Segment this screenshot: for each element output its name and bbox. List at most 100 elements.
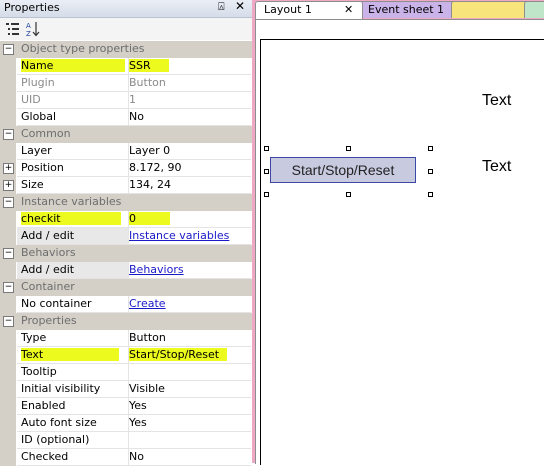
text-object-1[interactable]: Text: [482, 92, 511, 110]
property-value: 1: [126, 92, 251, 109]
property-name: checkit: [21, 212, 121, 225]
property-value[interactable]: Yes: [126, 415, 251, 432]
tab-other[interactable]: [451, 1, 531, 18]
layout-view[interactable]: Start/Stop/Reset Text Text: [255, 19, 544, 465]
property-row-tooltip[interactable]: Tooltip: [0, 364, 252, 381]
property-row-enabled[interactable]: Enabled Yes: [0, 398, 252, 415]
property-row-global[interactable]: Global No: [0, 109, 252, 126]
create-container-link[interactable]: Create: [129, 297, 166, 310]
property-row-text[interactable]: Text Start/Stop/Reset: [0, 347, 252, 364]
property-row-position[interactable]: + Position 8.172, 90: [0, 160, 252, 177]
property-name: Add / edit: [17, 228, 129, 245]
close-tab-icon[interactable]: ✕: [344, 2, 353, 18]
property-value: SSR: [129, 59, 169, 72]
expand-icon[interactable]: +: [3, 163, 14, 174]
property-value[interactable]: 8.172, 90: [126, 160, 251, 177]
property-value[interactable]: Button: [126, 330, 251, 347]
collapse-icon[interactable]: −: [3, 197, 14, 208]
category-label: Instance variables: [21, 195, 122, 208]
ssr-button-object[interactable]: Start/Stop/Reset: [270, 157, 416, 183]
property-name: Position: [17, 160, 129, 177]
collapse-icon[interactable]: −: [3, 44, 14, 55]
resize-handle[interactable]: [428, 192, 433, 197]
pin-icon[interactable]: ⍓: [218, 0, 225, 14]
property-row-uid[interactable]: UID 1: [0, 92, 252, 109]
text-object-2[interactable]: Text: [482, 158, 511, 176]
property-value[interactable]: Visible: [126, 381, 251, 398]
tab-other-2[interactable]: [524, 1, 544, 18]
behaviors-link[interactable]: Behaviors: [129, 263, 184, 276]
category-object-type[interactable]: − Object type properties: [0, 41, 252, 58]
expand-icon[interactable]: +: [3, 180, 14, 191]
tab-label: Event sheet 1: [368, 3, 445, 16]
property-value[interactable]: No: [126, 109, 251, 126]
property-name: Global: [17, 109, 129, 126]
property-row-checked[interactable]: Checked No: [0, 449, 252, 466]
property-row-container[interactable]: No container Create: [0, 296, 252, 313]
resize-handle[interactable]: [346, 192, 351, 197]
close-icon[interactable]: ✕: [235, 0, 245, 13]
property-name: Enabled: [17, 398, 129, 415]
property-value[interactable]: No: [126, 449, 251, 466]
category-label: Common: [21, 127, 71, 140]
tab-event-sheet-1[interactable]: Event sheet 1: [359, 1, 457, 18]
resize-handle[interactable]: [264, 146, 269, 151]
resize-handle[interactable]: [264, 192, 269, 197]
instance-variables-link[interactable]: Instance variables: [129, 229, 229, 242]
tab-layout-1[interactable]: Layout 1 ✕: [255, 1, 363, 19]
property-value: 0: [129, 212, 170, 225]
property-row-plugin[interactable]: Plugin Button: [0, 75, 252, 92]
property-name: Layer: [17, 143, 129, 160]
category-properties[interactable]: − Properties: [0, 313, 252, 330]
property-name: Checked: [17, 449, 129, 466]
category-behaviors[interactable]: − Behaviors: [0, 245, 252, 262]
resize-handle[interactable]: [264, 169, 269, 174]
property-row-autofont[interactable]: Auto font size Yes: [0, 415, 252, 432]
property-name: Add / edit: [17, 262, 129, 279]
property-name: Text: [21, 348, 120, 361]
property-row-name[interactable]: Name SSR: [0, 58, 252, 75]
category-label: Properties: [21, 314, 77, 327]
property-row-size[interactable]: + Size 134, 24: [0, 177, 252, 194]
property-value[interactable]: Yes: [126, 398, 251, 415]
property-value[interactable]: 134, 24: [126, 177, 251, 194]
svg-text:Z: Z: [26, 30, 31, 37]
category-label: Object type properties: [21, 42, 145, 55]
property-row-layer[interactable]: Layer Layer 0: [0, 143, 252, 160]
property-name: Plugin: [17, 75, 129, 92]
property-row-add-behaviors[interactable]: Add / edit Behaviors: [0, 262, 252, 279]
property-row-checkit[interactable]: checkit 0: [0, 211, 252, 228]
categorized-icon[interactable]: [5, 21, 21, 37]
property-name: Tooltip: [17, 364, 129, 381]
property-name: Size: [17, 177, 129, 194]
property-name: Type: [17, 330, 129, 347]
sort-az-icon[interactable]: A Z: [25, 21, 41, 37]
collapse-icon[interactable]: −: [3, 129, 14, 140]
svg-text:A: A: [26, 22, 31, 30]
property-value: Button: [126, 75, 251, 92]
property-row-visibility[interactable]: Initial visibility Visible: [0, 381, 252, 398]
property-value[interactable]: Layer 0: [126, 143, 251, 160]
resize-handle[interactable]: [428, 169, 433, 174]
properties-toolbar: A Z: [0, 18, 252, 40]
collapse-icon[interactable]: −: [3, 316, 14, 327]
category-common[interactable]: − Common: [0, 126, 252, 143]
property-value[interactable]: [126, 364, 251, 381]
property-grid: − Object type properties Name SSR Plugin…: [0, 41, 252, 466]
layout-canvas[interactable]: Start/Stop/Reset Text Text: [260, 39, 544, 465]
resize-handle[interactable]: [428, 146, 433, 151]
property-row-add-instance-vars[interactable]: Add / edit Instance variables: [0, 228, 252, 245]
category-container[interactable]: − Container: [0, 279, 252, 296]
property-value[interactable]: [126, 432, 251, 449]
property-row-type[interactable]: Type Button: [0, 330, 252, 347]
resize-handle[interactable]: [346, 146, 351, 151]
collapse-icon[interactable]: −: [3, 282, 14, 293]
category-instance-variables[interactable]: − Instance variables: [0, 194, 252, 211]
property-name: Initial visibility: [17, 381, 129, 398]
layout-editor: Layout 1 ✕ Event sheet 1 Start/Stop/Rese…: [252, 0, 544, 465]
property-name: ID (optional): [17, 432, 129, 449]
category-label: Container: [21, 280, 75, 293]
category-label: Behaviors: [21, 246, 76, 259]
collapse-icon[interactable]: −: [3, 248, 14, 259]
property-row-id[interactable]: ID (optional): [0, 432, 252, 449]
